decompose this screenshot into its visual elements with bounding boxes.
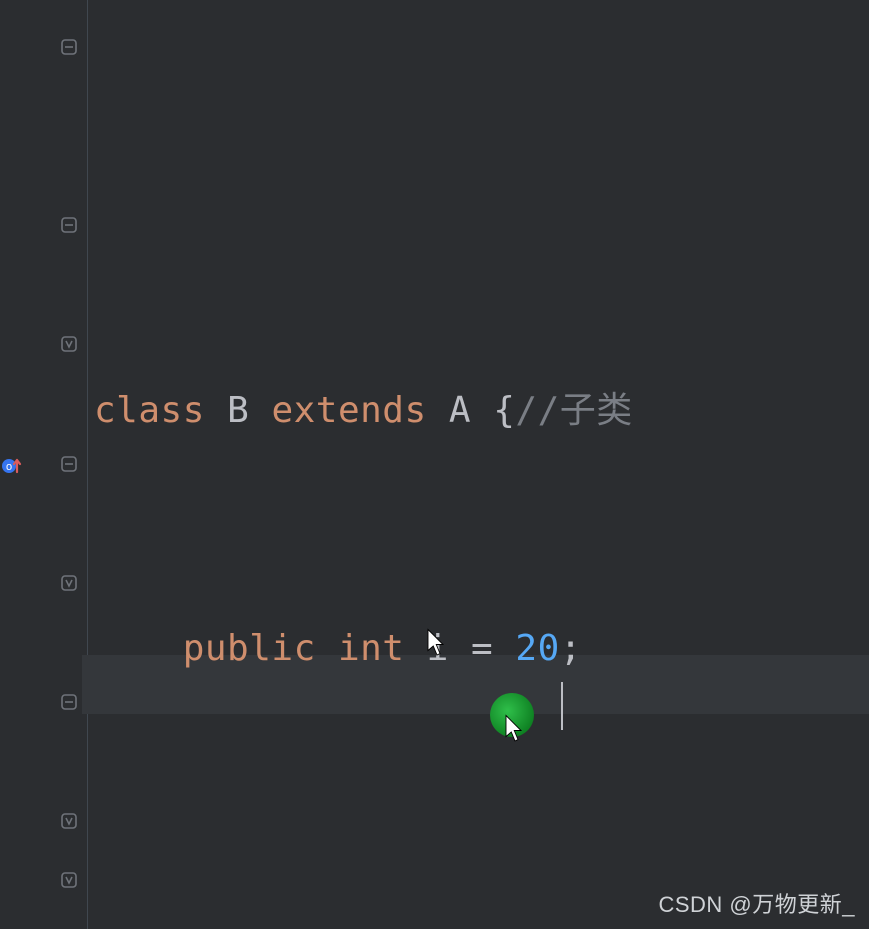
keyword-extends: extends [271,390,426,431]
mouse-cursor-icon [426,628,448,662]
keyword-public: public [183,628,316,669]
fold-toggle-icon[interactable] [58,36,80,58]
code-area[interactable]: class B extends A {//子类 public int i = 2… [88,0,869,929]
mouse-cursor-icon [504,714,526,748]
class-name-b: B [227,390,249,431]
fold-toggle-icon[interactable] [58,691,80,713]
keyword-class: class [94,390,205,431]
semicolon: ; [560,628,582,669]
fold-close-icon[interactable] [58,572,80,594]
svg-text:o: o [6,461,12,473]
code-editor[interactable]: o class B extends A {//子类 public int i =… [0,0,869,929]
class-name-a: A [449,390,471,431]
fold-close-icon[interactable] [58,869,80,891]
number-literal: 20 [515,628,559,669]
fold-toggle-icon[interactable] [58,214,80,236]
fold-close-icon[interactable] [58,810,80,832]
operator-eq: = [471,628,493,669]
watermark-text: CSDN @万物更新_ [658,887,855,919]
brace-open: { [493,390,515,431]
text-caret [561,682,563,730]
gutter: o [0,0,88,929]
code-line[interactable]: class B extends A {//子类 [94,381,869,441]
keyword-int: int [338,628,405,669]
comment: //子类 [515,390,632,431]
fold-close-icon[interactable] [58,333,80,355]
override-method-icon[interactable]: o [0,454,24,478]
fold-toggle-icon[interactable] [58,453,80,475]
